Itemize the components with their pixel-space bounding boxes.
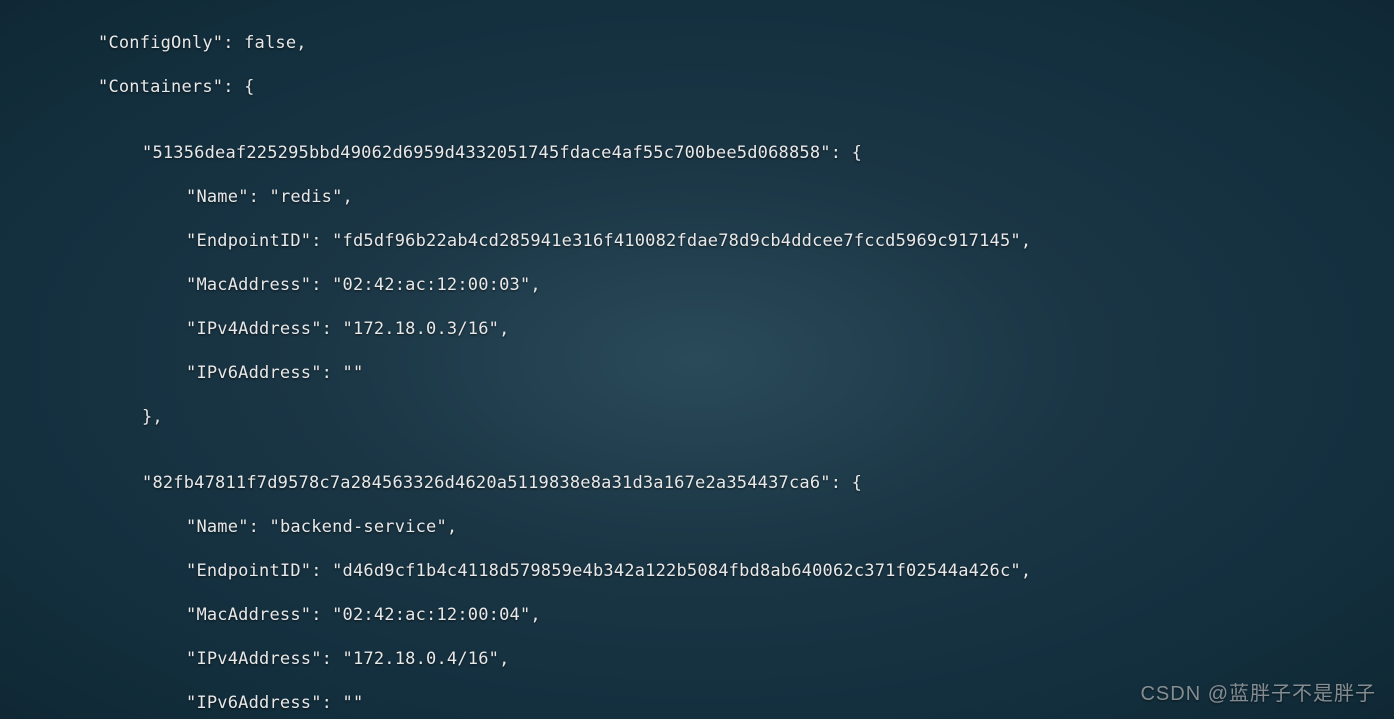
json-line: "IPv6Address": "" [0, 362, 1394, 384]
terminal-output: "ConfigOnly": false, "Containers": { "51… [0, 0, 1394, 719]
json-line: "IPv4Address": "172.18.0.4/16", [0, 648, 1394, 670]
container-id: "82fb47811f7d9578c7a284563326d4620a51198… [0, 472, 1394, 494]
json-line: "EndpointID": "d46d9cf1b4c4118d579859e4b… [0, 560, 1394, 582]
json-line: "MacAddress": "02:42:ac:12:00:04", [0, 604, 1394, 626]
watermark-text: CSDN @蓝胖子不是胖子 [1140, 683, 1376, 705]
json-line: "ConfigOnly": false, [0, 32, 1394, 54]
container-id: "51356deaf225295bbd49062d6959d4332051745… [0, 142, 1394, 164]
json-line: "IPv4Address": "172.18.0.3/16", [0, 318, 1394, 340]
json-line: "EndpointID": "fd5df96b22ab4cd285941e316… [0, 230, 1394, 252]
json-line: "Name": "backend-service", [0, 516, 1394, 538]
json-line: "MacAddress": "02:42:ac:12:00:03", [0, 274, 1394, 296]
json-line: "Containers": { [0, 76, 1394, 98]
json-line: "Name": "redis", [0, 186, 1394, 208]
json-line: }, [0, 406, 1394, 428]
